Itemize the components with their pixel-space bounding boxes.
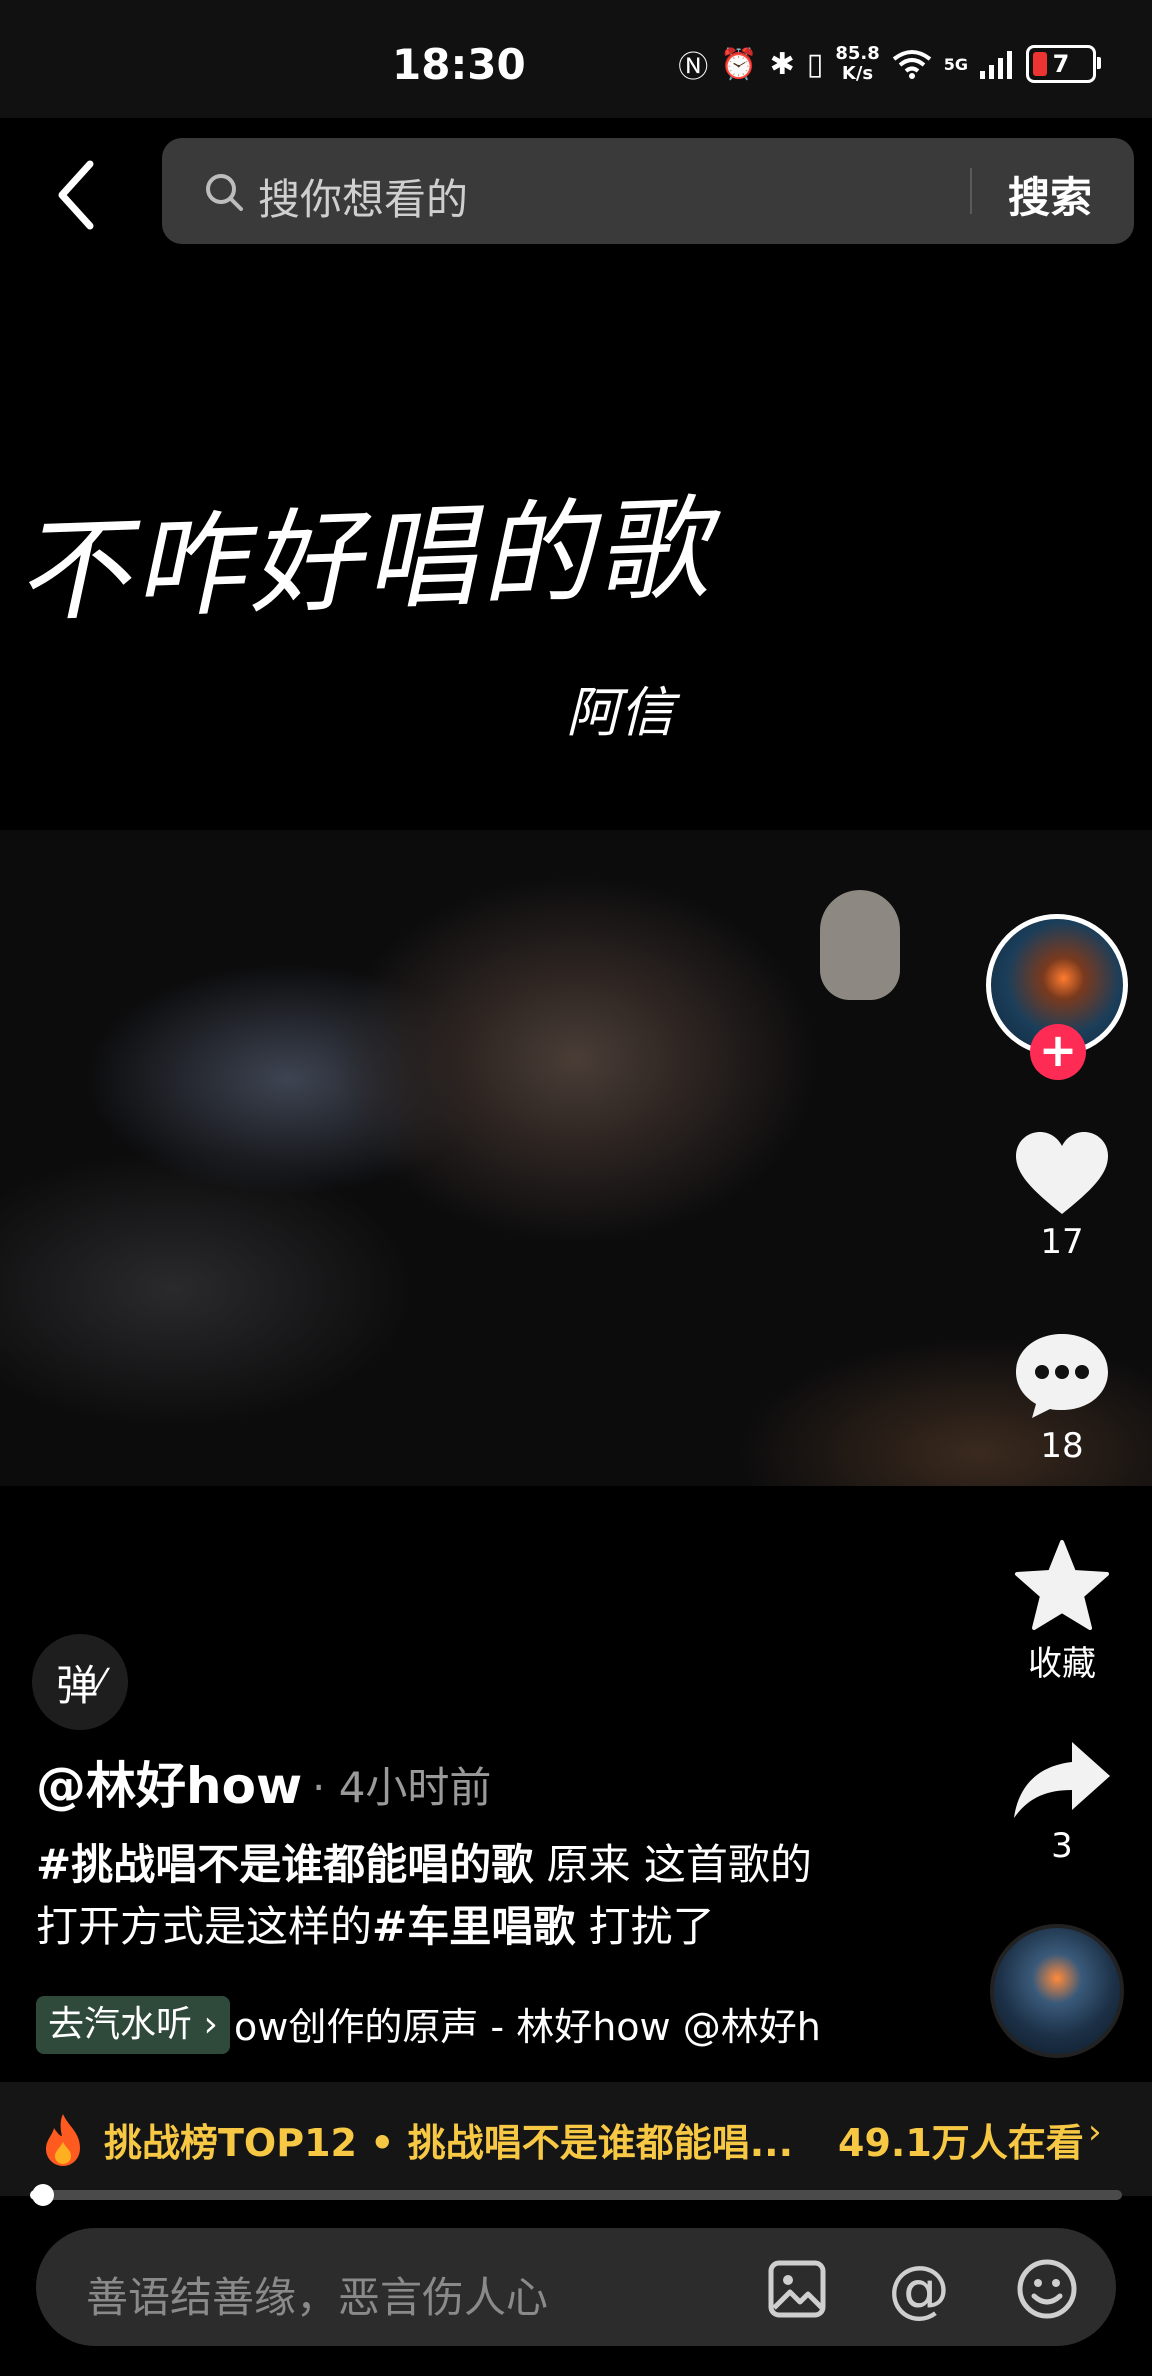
nfc-icon: Ⓝ bbox=[678, 50, 709, 85]
video-overlay-artist: 阿信 bbox=[566, 681, 674, 744]
search-button[interactable]: 搜索 bbox=[1008, 164, 1092, 225]
image-icon[interactable] bbox=[768, 2260, 826, 2318]
hashtag-car-singing[interactable]: #车里唱歌 bbox=[372, 1902, 575, 1951]
viewer-count: 49.1万人在看 bbox=[838, 2121, 1084, 2165]
follow-button[interactable]: + bbox=[1030, 1024, 1086, 1080]
status-time: 18:30 bbox=[392, 40, 526, 89]
search-divider bbox=[970, 168, 972, 214]
video-frame[interactable] bbox=[0, 830, 1152, 1486]
heart-icon bbox=[1016, 1132, 1108, 1214]
caption-text-1: 原来 这首歌的 bbox=[533, 1840, 812, 1889]
search-icon bbox=[206, 174, 243, 211]
alarm-icon: ⏰ bbox=[720, 46, 758, 82]
share-icon bbox=[1014, 1742, 1110, 1818]
hashtag-challenge[interactable]: #挑战唱不是谁都能唱的歌 bbox=[36, 1840, 533, 1889]
comment-placeholder[interactable]: 善语结善缘，恶言伤人心 bbox=[86, 2264, 548, 2325]
caption-text-2: 打开方式是这样的 bbox=[36, 1902, 373, 1951]
net-speed: 85.8 K/s bbox=[835, 43, 880, 84]
share-button[interactable]: 3 bbox=[1000, 1738, 1124, 1866]
network-type: 5G bbox=[943, 54, 968, 74]
search-bar[interactable]: 搜你想看的 搜索 bbox=[162, 138, 1134, 244]
wifi-icon bbox=[892, 50, 931, 79]
emoji-icon[interactable] bbox=[1016, 2258, 1078, 2320]
favorite-button[interactable]: 收藏 bbox=[1000, 1538, 1124, 1685]
post-time: · 4小时前 bbox=[312, 1763, 492, 1812]
share-count: 3 bbox=[1051, 1826, 1073, 1866]
signal-icon bbox=[980, 51, 1012, 79]
video-progress-knob[interactable] bbox=[32, 2184, 54, 2206]
favorite-label: 收藏 bbox=[1028, 1644, 1096, 1684]
bluetooth-icon: ✱ bbox=[769, 46, 795, 82]
vibrate-icon: ▯ bbox=[806, 46, 824, 82]
fire-icon bbox=[46, 2114, 80, 2166]
comment-button[interactable]: 18 bbox=[1000, 1330, 1124, 1466]
like-count: 17 bbox=[1040, 1222, 1084, 1262]
caption-text-3: 打扰了 bbox=[575, 1902, 715, 1951]
search-input[interactable]: 搜你想看的 bbox=[258, 166, 468, 227]
comment-icon bbox=[1016, 1334, 1108, 1418]
danmaku-slash: ⁄ bbox=[98, 1662, 104, 1702]
danmaku-button[interactable]: 弹 ⁄ bbox=[32, 1634, 128, 1730]
danmaku-label: 弹 bbox=[56, 1660, 99, 1710]
comment-input[interactable]: 善语结善缘，恶言伤人心 @ bbox=[36, 2228, 1116, 2346]
caption: #挑战唱不是谁都能唱的歌 原来 这首歌的 打开方式是这样的#车里唱歌 打扰了 bbox=[36, 1834, 916, 1958]
music-disc[interactable] bbox=[990, 1924, 1124, 2058]
battery-icon: 7 bbox=[1026, 45, 1101, 83]
challenge-banner[interactable]: 挑战榜TOP12 • 挑战唱不是谁都能唱... 49.1万人在看 › bbox=[0, 2082, 1152, 2196]
qishui-listen-button[interactable]: 去汽水听 › bbox=[36, 1996, 230, 2054]
status-icons: Ⓝ ⏰ ✱ ▯ 85.8 K/s 5G 7 bbox=[678, 42, 1101, 86]
video-progress-track[interactable] bbox=[30, 2190, 1122, 2200]
challenge-text: 挑战榜TOP12 • 挑战唱不是谁都能唱... bbox=[104, 2121, 794, 2165]
music-marquee[interactable]: ow创作的原声 - 林好how @林好h bbox=[234, 1998, 884, 2058]
author-name[interactable]: @林好how bbox=[36, 1746, 302, 1818]
like-button[interactable]: 17 bbox=[1000, 1128, 1124, 1262]
chevron-right-icon: › bbox=[1088, 2112, 1102, 2152]
comment-count: 18 bbox=[1040, 1426, 1084, 1466]
mention-icon[interactable]: @ bbox=[888, 2252, 950, 2325]
cat-lamp-image bbox=[820, 890, 900, 1000]
back-button[interactable] bbox=[44, 150, 114, 240]
star-icon bbox=[1015, 1540, 1109, 1630]
video-overlay-title: 不咋好唱的歌 bbox=[14, 483, 715, 639]
